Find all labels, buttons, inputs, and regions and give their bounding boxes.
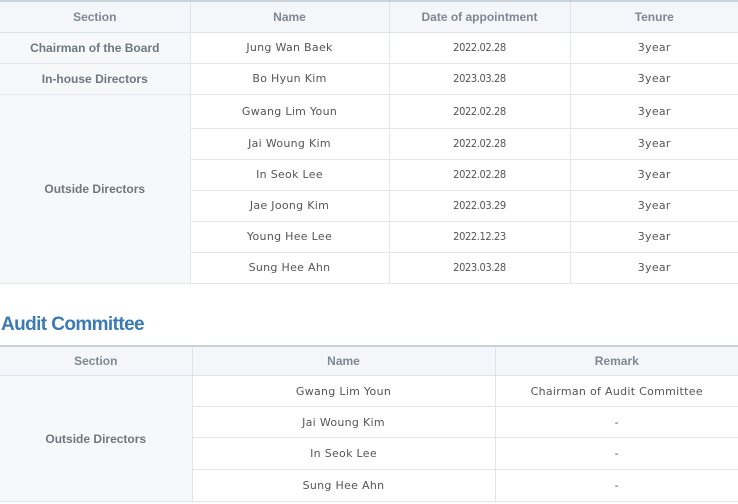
remark-cell: Chairman of Audit Committee — [495, 375, 738, 407]
name-cell: In Seok Lee — [190, 159, 390, 191]
date-cell: 2022.02.28 — [389, 159, 571, 191]
audit-col-name: Name — [192, 345, 496, 376]
date-cell: 2023.03.28 — [389, 252, 571, 284]
name-cell: Young Hee Lee — [190, 221, 390, 253]
section-cell: Outside Directors — [0, 375, 193, 502]
name-cell: Gwang Lim Youn — [192, 375, 496, 407]
tenure-cell: 3year — [570, 128, 738, 160]
table-row: In-house Directors Bo Hyun Kim 2023.03.2… — [0, 63, 738, 95]
table-row: Outside Directors Gwang Lim Youn 2022.02… — [0, 94, 738, 284]
name-cell: Jai Woung Kim — [190, 128, 390, 160]
tenure-cell: 3year — [570, 94, 738, 129]
remark-cell: - — [495, 469, 738, 502]
name-cell: Gwang Lim Youn — [190, 94, 390, 129]
name-cell: Jae Joong Kim — [190, 190, 390, 222]
board-col-tenure: Tenure — [570, 1, 738, 33]
date-cell: 2022.02.28 — [389, 128, 571, 160]
tenure-cell: 3year — [570, 32, 738, 64]
audit-col-section: Section — [0, 345, 193, 376]
board-directors-table: Section Name Date of appointment Tenure … — [0, 0, 738, 284]
table-row: Chairman of the Board Jung Wan Baek 2022… — [0, 32, 738, 64]
date-cell: 2022.02.28 — [389, 32, 571, 64]
tenure-cell: 3year — [570, 190, 738, 222]
section-cell: Chairman of the Board — [0, 32, 191, 64]
remark-cell: - — [495, 406, 738, 438]
table-row: Outside Directors Gwang Lim Youn Chairma… — [0, 375, 738, 502]
audit-header-row: Section Name Remark — [0, 345, 738, 376]
date-cell: 2022.12.23 — [389, 221, 571, 253]
audit-committee-table: Section Name Remark Outside Directors Gw… — [0, 345, 738, 502]
name-cell: In Seok Lee — [192, 437, 496, 470]
tenure-cell: 3year — [570, 221, 738, 253]
audit-heading-block: Audit Committee — [0, 284, 738, 345]
date-cell: 2022.02.28 — [389, 94, 571, 129]
date-cell: 2023.03.28 — [389, 63, 571, 95]
section-cell: Outside Directors — [0, 94, 191, 284]
board-header-row: Section Name Date of appointment Tenure — [0, 1, 738, 33]
audit-committee-title: Audit Committee — [1, 313, 145, 335]
name-cell: Jung Wan Baek — [190, 32, 390, 64]
name-cell: Sung Hee Ahn — [192, 469, 496, 502]
name-cell: Jai Woung Kim — [192, 406, 496, 438]
section-cell: In-house Directors — [0, 63, 191, 95]
tenure-cell: 3year — [570, 252, 738, 284]
name-cell: Bo Hyun Kim — [190, 63, 390, 95]
tenure-cell: 3year — [570, 159, 738, 191]
date-cell: 2022.03.29 — [389, 190, 571, 222]
name-cell: Sung Hee Ahn — [190, 252, 390, 284]
board-col-section: Section — [0, 1, 191, 33]
remark-cell: - — [495, 437, 738, 470]
audit-col-remark: Remark — [495, 345, 738, 376]
tenure-cell: 3year — [570, 63, 738, 95]
board-col-date: Date of appointment — [389, 1, 571, 33]
board-col-name: Name — [190, 1, 390, 33]
